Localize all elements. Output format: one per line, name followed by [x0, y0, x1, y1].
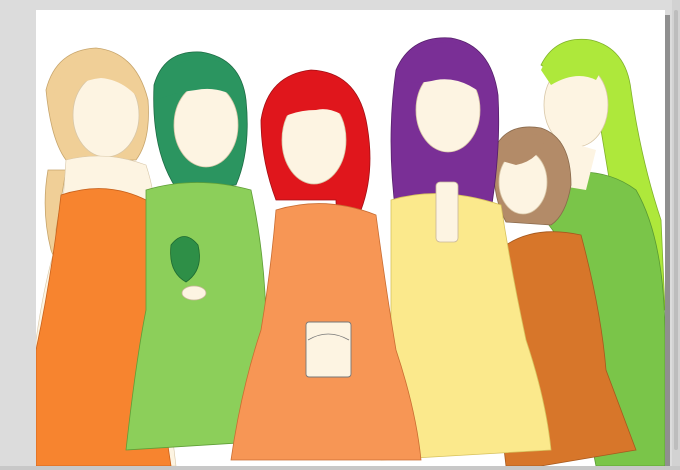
vertical-scrollbar[interactable] [672, 0, 680, 466]
drawing-canvas[interactable] [36, 10, 665, 466]
artwork [36, 37, 665, 466]
bottle-icon [435, 181, 459, 243]
scroll-thumb[interactable] [674, 10, 678, 450]
canvas-workspace[interactable] [0, 0, 680, 470]
horizontal-scrollbar[interactable] [0, 466, 680, 470]
treasure-box-icon [305, 321, 352, 378]
